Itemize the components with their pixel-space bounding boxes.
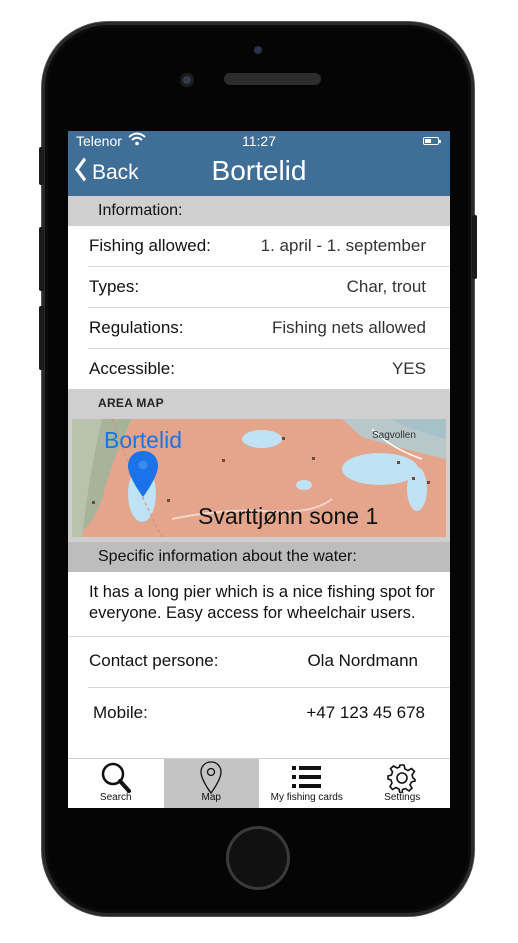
home-button[interactable] — [226, 826, 290, 890]
info-row-accessible: Accessible: YES — [88, 349, 450, 389]
navigation-bar: Back Bortelid — [68, 151, 450, 196]
info-row-types: Types: Char, trout — [88, 267, 450, 308]
row-label: Types: — [89, 277, 140, 296]
page-title: Bortelid — [211, 155, 307, 186]
map-town-label: Sagvollen — [372, 430, 416, 441]
map-pin-icon — [164, 761, 260, 795]
map-pin-icon — [128, 451, 158, 497]
list-icon — [259, 765, 355, 789]
contact-person-label: Contact persone: — [89, 651, 219, 670]
power-button — [472, 215, 477, 279]
earpiece-speaker — [224, 73, 321, 85]
tab-label: Search — [99, 792, 132, 803]
gear-icon — [355, 763, 451, 793]
tab-settings[interactable]: Settings — [355, 759, 451, 808]
row-value: Fishing nets allowed — [271, 318, 426, 337]
row-value: 1. april - 1. september — [260, 236, 426, 255]
battery-icon — [423, 137, 441, 145]
map-zone-label: Svarttjønn sone 1 — [198, 503, 379, 529]
carrier-label: Telenor — [76, 133, 122, 149]
tab-map[interactable]: Map — [163, 759, 260, 808]
app-screen: Telenor 11:27 Back Bortelid Information:… — [68, 131, 450, 808]
mobile-label: Mobile: — [93, 703, 148, 722]
search-icon — [68, 761, 164, 793]
status-time: 11:27 — [242, 133, 276, 149]
row-label: Fishing allowed: — [89, 236, 211, 255]
volume-down-button — [39, 306, 44, 370]
proximity-sensor — [254, 46, 262, 54]
contact-person-value: Ola Nordmann — [307, 651, 418, 670]
contact-person-row: Contact persone: Ola Nordmann — [88, 637, 450, 688]
front-camera — [180, 73, 194, 87]
area-map-header: AREA MAP — [68, 389, 450, 417]
details-content: Information: Fishing allowed: 1. april -… — [68, 196, 450, 738]
info-row-fishing-allowed: Fishing allowed: 1. april - 1. september — [88, 226, 450, 267]
tab-label: Settings — [384, 792, 421, 803]
wifi-icon — [128, 132, 146, 149]
info-row-regulations: Regulations: Fishing nets allowed — [88, 308, 450, 349]
tab-my-fishing-cards[interactable]: My fishing cards — [259, 759, 355, 808]
information-header: Information: — [68, 196, 450, 226]
row-label: Regulations: — [89, 318, 184, 337]
tab-bar: Search Map My fishing cards Settings — [68, 758, 450, 808]
status-bar: Telenor 11:27 — [68, 131, 450, 151]
mute-switch — [39, 147, 44, 185]
tab-label: My fishing cards — [270, 792, 343, 803]
specific-info-header: Specific information about the water: — [68, 542, 450, 572]
row-label: Accessible: — [89, 359, 175, 378]
mobile-value[interactable]: +47 123 45 678 — [306, 703, 425, 723]
tab-search[interactable]: Search — [68, 759, 164, 808]
mobile-row[interactable]: Mobile: +47 123 45 678 — [88, 688, 450, 738]
row-value: Char, trout — [346, 277, 426, 296]
tab-label: Map — [201, 792, 221, 803]
water-description: It has a long pier which is a nice fishi… — [68, 572, 450, 637]
volume-up-button — [39, 227, 44, 291]
map-pin-label: Bortelid — [104, 427, 182, 453]
area-map[interactable]: Bortelid Sagvollen Svarttjønn sone 1 — [68, 417, 450, 542]
row-value: YES — [391, 359, 426, 378]
